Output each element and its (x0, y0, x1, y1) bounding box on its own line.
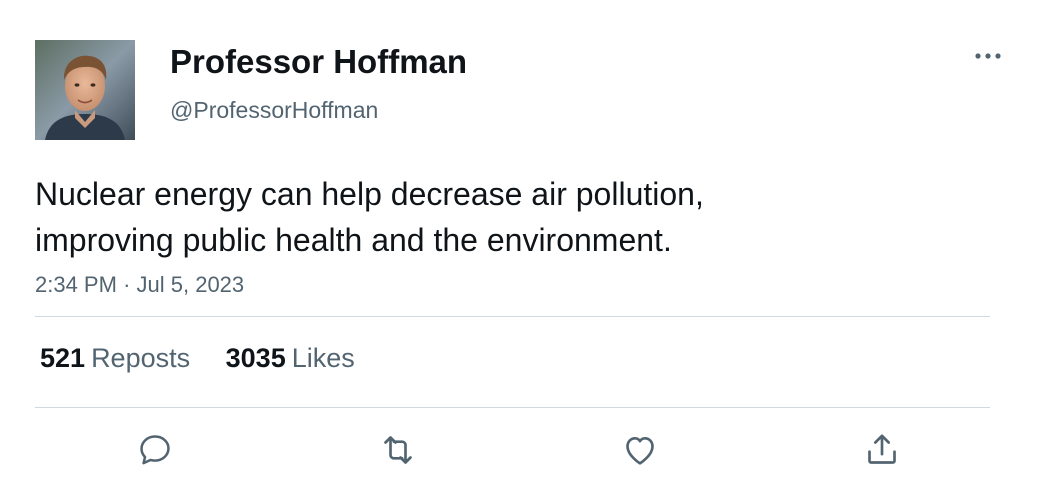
tweet-card: Professor Hoffman @ProfessorHoffman Nucl… (0, 0, 1050, 480)
more-options-button[interactable] (968, 44, 1008, 68)
reply-button[interactable] (133, 428, 177, 472)
tweet-date: Jul 5, 2023 (136, 272, 245, 297)
like-button[interactable] (618, 428, 662, 472)
heart-icon (626, 437, 654, 465)
engagement-stats: 521 Reposts 3035 Likes (40, 341, 383, 375)
display-name[interactable]: Professor Hoffman (170, 42, 467, 82)
likes-stat[interactable]: 3035 Likes (226, 341, 355, 375)
avatar[interactable] (35, 40, 135, 140)
share-icon (868, 434, 896, 464)
likes-label: Likes (291, 343, 355, 373)
repost-icon (384, 436, 412, 464)
tweet-time: 2:34 PM (35, 272, 117, 297)
tweet-timestamp[interactable]: 2:34 PM · Jul 5, 2023 (35, 271, 244, 299)
share-button[interactable] (860, 428, 904, 472)
user-handle[interactable]: @ProfessorHoffman (170, 96, 378, 124)
avatar-image (35, 40, 135, 140)
meta-separator: · (123, 272, 131, 297)
reposts-count: 521 (40, 343, 86, 373)
tweet-text-line: improving public health and the environm… (35, 222, 672, 258)
repost-button[interactable] (376, 428, 420, 472)
reposts-label: Reposts (91, 343, 191, 373)
likes-count: 3035 (225, 343, 286, 373)
divider (35, 316, 990, 317)
more-horizontal-icon (975, 53, 1001, 59)
tweet-text-line: Nuclear energy can help decrease air pol… (35, 176, 704, 212)
reply-icon (140, 435, 170, 465)
tweet-text: Nuclear energy can help decrease air pol… (35, 171, 995, 263)
reposts-stat[interactable]: 521 Reposts (40, 341, 190, 375)
divider (35, 407, 990, 408)
